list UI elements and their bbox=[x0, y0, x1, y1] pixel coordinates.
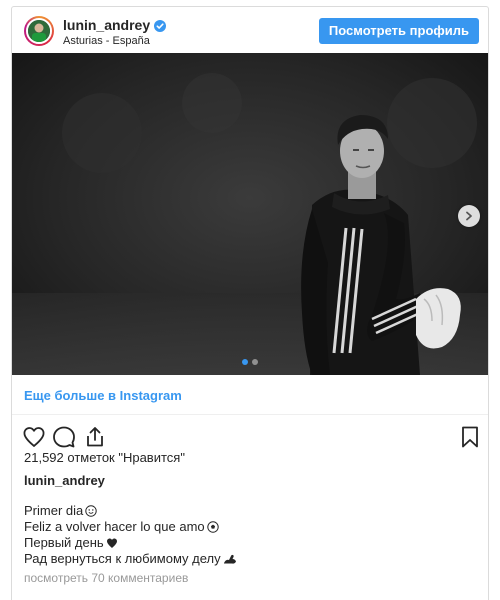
share-icon[interactable] bbox=[83, 425, 107, 449]
next-slide-button[interactable] bbox=[458, 205, 480, 227]
view-comments-link[interactable]: посмотреть 70 комментариев bbox=[24, 571, 188, 585]
more-in-instagram-link[interactable]: Еще больше в Instagram bbox=[24, 388, 182, 403]
instagram-embed-card: lunin_andrey Asturias - España Посмотрет… bbox=[11, 6, 489, 600]
username[interactable]: lunin_andrey bbox=[63, 17, 167, 33]
carousel-dot-active bbox=[242, 359, 248, 365]
post-header: lunin_andrey Asturias - España Посмотрет… bbox=[12, 7, 488, 53]
caption-line: Primer dia bbox=[24, 503, 237, 519]
caption-line: Feliz a volver hacer lo que amo bbox=[24, 519, 237, 535]
carousel-dot bbox=[252, 359, 258, 365]
caption-username[interactable]: lunin_andrey bbox=[24, 473, 105, 488]
view-profile-button[interactable]: Посмотреть профиль bbox=[318, 18, 479, 44]
more-in-instagram-row: Еще больше в Instagram bbox=[12, 375, 488, 415]
caption-line-text: Feliz a volver hacer lo que amo bbox=[24, 519, 205, 534]
comment-icon[interactable] bbox=[52, 425, 76, 449]
caption-line-text: Рад вернуться к любимому делу bbox=[24, 551, 221, 566]
likes-count: 21,592 отметок "Нравится" bbox=[24, 450, 185, 465]
bookmark-icon[interactable] bbox=[458, 425, 482, 449]
caption-line: Рад вернуться к любимому делу bbox=[24, 551, 237, 567]
photo-image bbox=[12, 53, 488, 375]
avatar-image bbox=[26, 18, 52, 44]
soccer-ball-icon bbox=[206, 521, 219, 533]
username-text[interactable]: lunin_andrey bbox=[63, 17, 150, 33]
caption: Primer dia Feliz a volver hacer lo que a… bbox=[24, 503, 237, 567]
carousel-indicator bbox=[12, 359, 488, 365]
verified-icon bbox=[154, 19, 167, 32]
caption-line: Первый день bbox=[24, 535, 237, 551]
action-bar bbox=[12, 415, 488, 455]
caption-line-text: Первый день bbox=[24, 535, 104, 550]
location[interactable]: Asturias - España bbox=[63, 35, 150, 47]
flexed-arm-icon bbox=[223, 554, 236, 564]
caption-line-text: Primer dia bbox=[24, 503, 84, 518]
avatar[interactable] bbox=[24, 16, 54, 46]
black-heart-icon bbox=[106, 538, 117, 548]
heart-icon[interactable] bbox=[22, 425, 46, 449]
post-photo[interactable] bbox=[12, 53, 488, 375]
chevron-right-icon bbox=[466, 211, 472, 221]
smiling-face-icon bbox=[85, 505, 97, 517]
